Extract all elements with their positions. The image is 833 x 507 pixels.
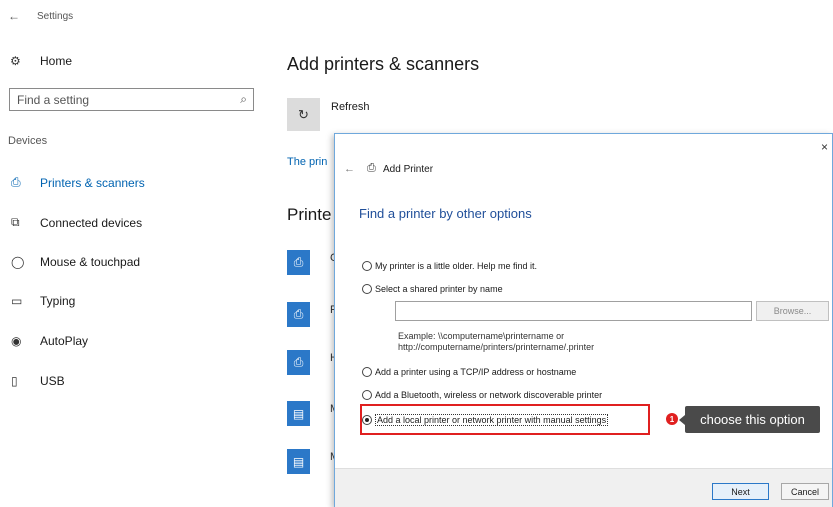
search-input[interactable] [10, 92, 230, 107]
radio-button[interactable] [362, 390, 372, 400]
annotation-number-badge: 1 [666, 413, 678, 425]
sidebar-item-mouse-touchpad[interactable]: ◯ Mouse & touchpad [11, 255, 140, 269]
sidebar-item-label: Connected devices [40, 215, 143, 230]
usb-icon: ▯ [11, 374, 18, 388]
printer-tile-icon[interactable]: ⎙ [287, 250, 310, 275]
refresh-label[interactable]: Refresh [331, 101, 370, 113]
search-box: ⌕ [9, 88, 254, 111]
search-icon[interactable]: ⌕ [240, 92, 247, 107]
option-label: My printer is a little older. Help me fi… [375, 261, 538, 271]
home-label: Home [40, 54, 73, 68]
dialog-heading: Find a printer by other options [359, 206, 532, 221]
sidebar: ⚙ Home ⌕ Devices ⎙ Printers & scanners ⧉… [0, 34, 262, 507]
option-label: Select a shared printer by name [375, 284, 503, 294]
printer-link[interactable]: The prin [287, 156, 327, 168]
back-arrow-icon[interactable]: ← [8, 9, 20, 23]
keyboard-icon: ▭ [11, 294, 23, 308]
printer-tile-icon[interactable]: ⎙ [287, 302, 310, 327]
refresh-button[interactable]: ↻ [287, 98, 320, 131]
sidebar-item-label: Typing [40, 294, 76, 308]
sidebar-item-connected-devices[interactable]: ⧉ Connected devices [11, 215, 142, 230]
radio-button[interactable] [362, 261, 372, 271]
sidebar-item-label: Printers & scanners [40, 175, 145, 190]
connected-devices-icon: ⧉ [11, 215, 20, 229]
example-line: Example: \\computername\printername or [398, 331, 565, 341]
radio-button[interactable] [362, 284, 372, 294]
window-title: Settings [37, 11, 74, 22]
printers-section-title: Printe [287, 205, 332, 224]
document-tile-icon[interactable]: ▤ [287, 449, 310, 474]
cancel-button[interactable]: Cancel [781, 483, 829, 500]
page-title: Add printers & scanners [287, 54, 480, 74]
sidebar-item-printers-scanners[interactable]: ⎙ Printers & scanners [11, 175, 145, 190]
option-bluetooth[interactable]: Add a Bluetooth, wireless or network dis… [362, 390, 602, 400]
document-tile-icon[interactable]: ▤ [287, 401, 310, 426]
close-icon[interactable]: × [821, 140, 828, 154]
sidebar-item-autoplay[interactable]: ◉ AutoPlay [11, 334, 88, 348]
add-printer-dialog: × ← ⎙ Add Printer Find a printer by othe… [334, 133, 833, 507]
autoplay-icon: ◉ [11, 334, 22, 348]
option-shared-printer[interactable]: Select a shared printer by name [362, 284, 503, 294]
example-line: http://computername/printers/printername… [398, 342, 595, 352]
sidebar-item-typing[interactable]: ▭ Typing [11, 294, 75, 308]
mouse-icon: ◯ [11, 255, 25, 269]
printer-icon: ⎙ [11, 175, 21, 189]
title-bar: ← Settings [0, 0, 833, 34]
dialog-title: Add Printer [383, 164, 434, 175]
gear-icon: ⚙ [10, 54, 21, 68]
option-label: Add a printer using a TCP/IP address or … [375, 367, 577, 377]
annotation-highlight-box [360, 404, 650, 435]
example-text: Example: \\computername\printername or h… [398, 331, 594, 353]
browse-button[interactable]: Browse... [756, 301, 829, 321]
option-older-printer[interactable]: My printer is a little older. Help me fi… [362, 261, 537, 271]
sidebar-home[interactable]: ⚙ Home [10, 54, 72, 68]
back-arrow-icon[interactable]: ← [344, 163, 355, 175]
printer-icon: ⎙ [367, 162, 376, 174]
sidebar-item-usb[interactable]: ▯ USB [11, 374, 65, 388]
next-button[interactable]: Next [712, 483, 769, 500]
sidebar-item-label: USB [40, 374, 65, 388]
refresh-icon: ↻ [298, 106, 309, 122]
radio-button[interactable] [362, 367, 372, 377]
sidebar-item-label: Mouse & touchpad [40, 255, 141, 269]
option-label: Add a Bluetooth, wireless or network dis… [375, 390, 603, 400]
annotation-callout: choose this option [679, 406, 820, 433]
section-label: Devices [8, 135, 48, 147]
option-tcpip[interactable]: Add a printer using a TCP/IP address or … [362, 367, 576, 377]
sidebar-item-label: AutoPlay [40, 334, 89, 348]
printer-tile-icon[interactable]: ⎙ [287, 350, 310, 375]
shared-printer-input[interactable] [395, 301, 752, 321]
